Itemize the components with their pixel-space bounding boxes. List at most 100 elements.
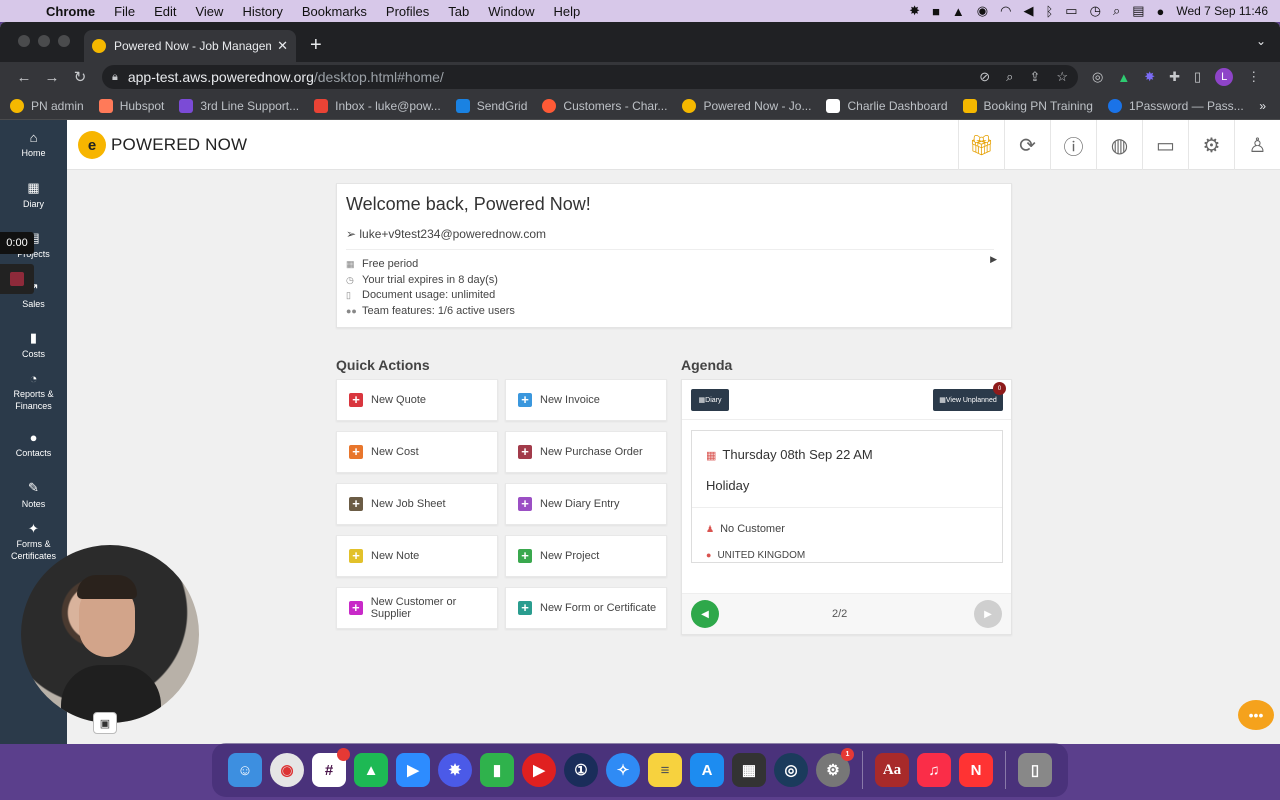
zoom-icon[interactable]: ▶ — [396, 753, 430, 787]
media-player-icon[interactable]: ▶ — [522, 753, 556, 787]
app-a-icon[interactable]: ▲ — [354, 753, 388, 787]
safari-icon[interactable]: ✧ — [606, 753, 640, 787]
bluetooth-icon[interactable]: ᛒ — [1045, 4, 1053, 19]
volume-icon[interactable]: ◀ — [1023, 3, 1033, 19]
menu-bookmarks[interactable]: Bookmarks — [302, 4, 367, 19]
reload-icon[interactable]: ↻ — [66, 68, 94, 86]
sidebar-item-forms[interactable]: ✦ Forms & Certificates — [0, 522, 67, 562]
extension-purple-icon[interactable]: ✸ — [1144, 69, 1155, 85]
app-store-icon[interactable]: A — [690, 753, 724, 787]
extensions-puzzle-icon[interactable]: ✚ — [1169, 69, 1180, 85]
new-project-button[interactable]: + New Project — [505, 535, 667, 577]
control-center-icon[interactable]: ▤ — [1132, 3, 1144, 19]
status-1password-icon[interactable]: ◉ — [977, 3, 988, 19]
next-event-button[interactable]: ▶ — [974, 600, 1002, 628]
back-arrow-icon[interactable]: ← — [10, 69, 38, 86]
globe-icon[interactable]: ◍ — [1096, 120, 1142, 170]
sidebar-item-notes[interactable]: ✎ Notes — [0, 480, 67, 509]
profile-avatar[interactable]: L — [1215, 68, 1234, 86]
new-purchase-order-button[interactable]: + New Purchase Order — [505, 431, 667, 473]
user-icon[interactable]: ♙ — [1234, 120, 1280, 170]
side-panel-icon[interactable]: ▯ — [1194, 69, 1201, 85]
extension-grammarly-icon[interactable]: ◎ — [1092, 69, 1103, 85]
webcam-bubble[interactable] — [21, 545, 199, 723]
new-customer-or-supplier-button[interactable]: + New Customer or Supplier — [336, 587, 498, 629]
gear-icon[interactable]: ⚙ — [1188, 120, 1234, 170]
calculator-icon[interactable]: ▦ — [732, 753, 766, 787]
status-a-icon[interactable]: ▲ — [952, 4, 965, 19]
bookmark-item[interactable]: 3rd Line Support... — [179, 98, 299, 113]
menu-history[interactable]: History — [242, 4, 282, 19]
bookmark-item[interactable]: Charlie Dashboard — [826, 98, 948, 113]
quicktime-icon[interactable]: ◎ — [774, 753, 808, 787]
news-icon[interactable]: N — [959, 753, 993, 787]
status-camera-icon[interactable]: ■ — [932, 4, 940, 19]
extension-green-icon[interactable]: ▲ — [1117, 70, 1130, 85]
sidebar-item-contacts[interactable]: ● Contacts — [0, 430, 67, 458]
powered-now-logo[interactable]: e POWERED NOW — [78, 131, 247, 159]
gift-icon[interactable]: 🎁︎ — [958, 120, 1004, 170]
bookmark-item[interactable]: Inbox - luke@pow... — [314, 98, 441, 113]
menu-app-name[interactable]: Chrome — [46, 4, 95, 19]
sidebar-item-diary[interactable]: ▦ Diary — [0, 180, 67, 209]
agenda-event[interactable]: ▦ Thursday 08th Sep 22 AM Holiday ♟ No Cus… — [691, 430, 1003, 563]
wifi-icon[interactable]: ◠ — [1000, 3, 1011, 19]
previous-event-button[interactable]: ◀ — [691, 600, 719, 628]
refresh-icon[interactable]: ⟳ — [1004, 120, 1050, 170]
bookmarks-overflow-icon[interactable]: » — [1259, 99, 1266, 113]
menu-profiles[interactable]: Profiles — [386, 4, 429, 19]
bookmark-star-icon[interactable]: ☆ — [1056, 69, 1068, 85]
starburst-app-icon[interactable]: ✸ — [438, 753, 472, 787]
help-icon[interactable]: ⓘ — [1050, 120, 1096, 170]
tab-search-chevron-icon[interactable]: ⌄ — [1256, 34, 1266, 48]
spotlight-search-icon[interactable]: ⌕ — [1113, 3, 1120, 19]
chrome-icon[interactable]: ◉ — [270, 753, 304, 787]
finder-icon[interactable]: ☺ — [228, 753, 262, 787]
battery-icon[interactable]: ▭ — [1065, 3, 1077, 19]
close-window-button[interactable] — [18, 35, 30, 47]
bookmark-item[interactable]: Powered Now - Jo... — [682, 98, 811, 113]
new-note-button[interactable]: + New Note — [336, 535, 498, 577]
siri-icon[interactable]: ● — [1157, 4, 1165, 19]
menu-help[interactable]: Help — [554, 4, 581, 19]
sidebar-item-costs[interactable]: ▮ Costs — [0, 330, 67, 359]
view-unplanned-button[interactable]: ▦ View Unplanned — [933, 389, 1003, 411]
camera-settings-icon[interactable]: ▣ — [93, 712, 117, 734]
address-bar[interactable]: 🔒︎ app-test.aws.powerednow.org/desktop.h… — [102, 65, 1078, 89]
forward-arrow-icon[interactable]: → — [38, 69, 66, 86]
music-icon[interactable]: ♫ — [917, 753, 951, 787]
new-diary-entry-button[interactable]: + New Diary Entry — [505, 483, 667, 525]
slack-icon[interactable]: # — [312, 748, 350, 787]
1password-icon[interactable]: ① — [564, 753, 598, 787]
dictionary-icon[interactable]: Aa — [875, 753, 909, 787]
lock-icon[interactable]: 🔒︎ — [112, 71, 118, 84]
menu-view[interactable]: View — [195, 4, 223, 19]
minimize-window-button[interactable] — [38, 35, 50, 47]
bookmark-item[interactable]: 1Password — Pass... — [1107, 98, 1244, 113]
status-gear-icon[interactable]: ✸ — [909, 3, 920, 19]
numbers-icon[interactable]: ▮ — [480, 753, 514, 787]
new-cost-button[interactable]: + New Cost — [336, 431, 498, 473]
chat-icon[interactable]: ▭ — [1142, 120, 1188, 170]
stop-recording-button[interactable] — [0, 264, 34, 294]
expand-arrow-icon[interactable]: ▶ — [990, 254, 997, 265]
new-quote-button[interactable]: + New Quote — [336, 379, 498, 421]
bookmark-item[interactable]: Hubspot — [98, 98, 164, 113]
system-preferences-icon[interactable]: ⚙ 1 — [816, 748, 854, 787]
support-chat-icon[interactable]: ••• — [1238, 700, 1274, 730]
menu-window[interactable]: Window — [488, 4, 534, 19]
new-form-or-certificate-button[interactable]: + New Form or Certificate — [505, 587, 667, 629]
bookmark-item[interactable]: SendGrid — [455, 98, 527, 113]
new-invoice-button[interactable]: + New Invoice — [505, 379, 667, 421]
zoom-window-button[interactable] — [58, 35, 70, 47]
bookmark-item[interactable]: PN admin — [10, 98, 84, 113]
new-tab-button[interactable]: + — [310, 30, 322, 62]
time-machine-icon[interactable]: ◷ — [1090, 3, 1101, 19]
new-job-sheet-button[interactable]: + New Job Sheet — [336, 483, 498, 525]
menu-file[interactable]: File — [114, 4, 135, 19]
bookmark-item[interactable]: Booking PN Training — [962, 98, 1093, 113]
blocked-popup-icon[interactable]: ⊘ — [979, 69, 990, 85]
share-icon[interactable]: ⇪ — [1029, 69, 1040, 85]
zoom-icon[interactable]: ⌕ — [1006, 69, 1013, 85]
tab-powered-now[interactable]: Powered Now - Job Manageme ✕ — [84, 30, 296, 62]
